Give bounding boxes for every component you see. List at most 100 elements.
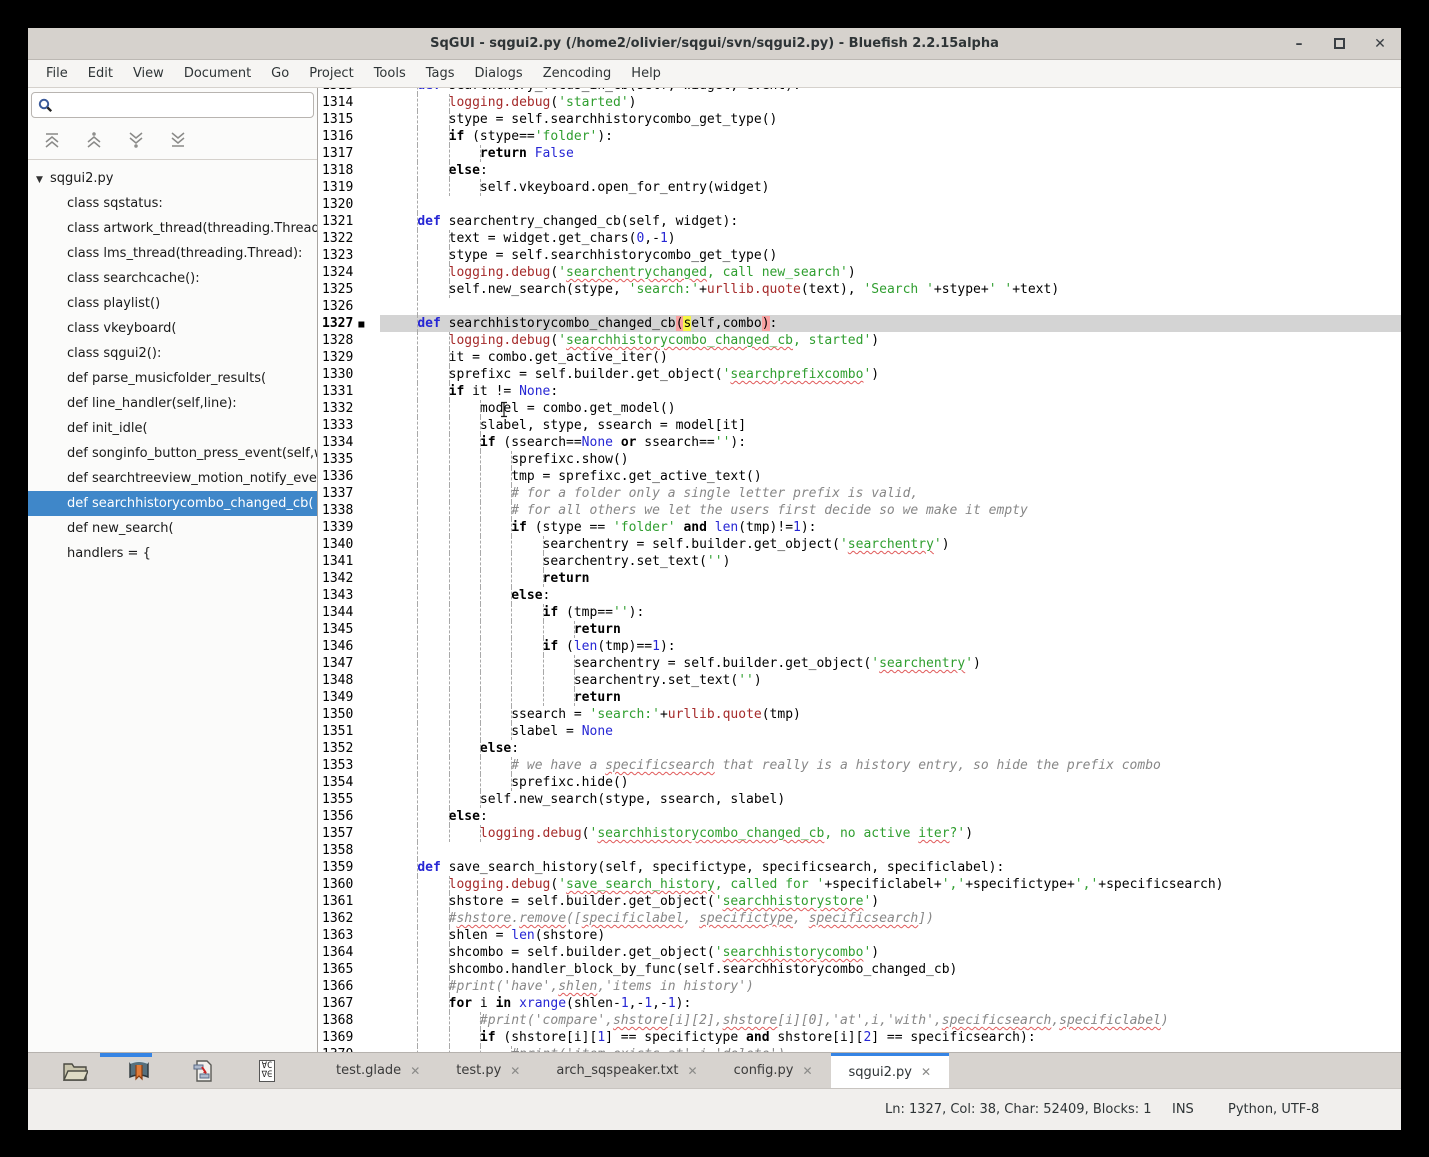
menu-dialogs[interactable]: Dialogs — [465, 62, 533, 85]
line-number[interactable]: 1325 — [318, 281, 380, 298]
line-number[interactable]: 1359 — [318, 859, 380, 876]
line-number[interactable]: 1353 — [318, 757, 380, 774]
line-number[interactable]: 1343 — [318, 587, 380, 604]
file-browser-icon[interactable] — [60, 1058, 90, 1084]
tree-item[interactable]: class sqgui2(): — [28, 341, 317, 366]
code-line[interactable]: 1351 slabel = None — [318, 723, 1401, 740]
code-line[interactable]: 1358 — [318, 842, 1401, 859]
line-number[interactable]: 1322 — [318, 230, 380, 247]
line-number[interactable]: 1364 — [318, 944, 380, 961]
code-line[interactable]: 1348 searchentry.set_text('') — [318, 672, 1401, 689]
tree-item[interactable]: handlers = { — [28, 541, 317, 566]
code-line[interactable]: 1367 for i in xrange(shlen-1,-1,-1): — [318, 995, 1401, 1012]
code-line[interactable]: 1350 ssearch = 'search:'+urllib.quote(tm… — [318, 706, 1401, 723]
line-number[interactable]: 1366 — [318, 978, 380, 995]
menu-edit[interactable]: Edit — [78, 62, 123, 85]
code-line[interactable]: 1363 shlen = len(shstore) — [318, 927, 1401, 944]
tree-item[interactable]: def init_idle( — [28, 416, 317, 441]
menu-view[interactable]: View — [123, 62, 174, 85]
code-line[interactable]: 1327■ def searchhistorycombo_changed_cb(… — [318, 315, 1401, 332]
title-bar[interactable]: SqGUI - sqgui2.py (/home2/olivier/sqgui/… — [28, 28, 1401, 60]
code-line[interactable]: 1321 def searchentry_changed_cb(self, wi… — [318, 213, 1401, 230]
line-number[interactable]: 1351 — [318, 723, 380, 740]
line-number[interactable]: 1347 — [318, 655, 380, 672]
document-tab-config.py[interactable]: config.py✕ — [716, 1053, 831, 1088]
line-number[interactable]: 1363 — [318, 927, 380, 944]
code-line[interactable]: 1323 stype = self.searchhistorycombo_get… — [318, 247, 1401, 264]
line-number[interactable]: 1339 — [318, 519, 380, 536]
first-bookmark-icon[interactable] — [38, 126, 66, 154]
line-number[interactable]: 1333 — [318, 417, 380, 434]
code-line[interactable]: 1339 if (stype == 'folder' and len(tmp)!… — [318, 519, 1401, 536]
code-line[interactable]: 1315 stype = self.searchhistorycombo_get… — [318, 111, 1401, 128]
tab-close-icon[interactable]: ✕ — [921, 1065, 931, 1079]
code-line[interactable]: 1338 # for all others we let the users f… — [318, 502, 1401, 519]
code-line[interactable]: 1347 searchentry = self.builder.get_obje… — [318, 655, 1401, 672]
line-number[interactable]: 1365 — [318, 961, 380, 978]
last-bookmark-icon[interactable] — [164, 126, 192, 154]
tree-root-sqgui2[interactable]: ▼sqgui2.py — [28, 166, 317, 191]
menu-document[interactable]: Document — [174, 62, 261, 85]
line-number[interactable]: 1349 — [318, 689, 380, 706]
line-number[interactable]: 1338 — [318, 502, 380, 519]
code-line[interactable]: 1325 self.new_search(stype, 'search:'+ur… — [318, 281, 1401, 298]
search-input[interactable] — [59, 98, 307, 113]
minimize-button[interactable]: – — [1290, 37, 1308, 51]
tab-close-icon[interactable]: ✕ — [688, 1064, 698, 1078]
line-number[interactable]: 1352 — [318, 740, 380, 757]
code-line[interactable]: 1345 return — [318, 621, 1401, 638]
menu-tools[interactable]: Tools — [364, 62, 416, 85]
code-line[interactable]: 1362 #shstore.remove([specificlabel, spe… — [318, 910, 1401, 927]
code-line[interactable]: 1316 if (stype=='folder'): — [318, 128, 1401, 145]
line-number[interactable]: 1314 — [318, 94, 380, 111]
code-line[interactable]: 1328 logging.debug('searchhistorycombo_c… — [318, 332, 1401, 349]
line-number[interactable]: 1369 — [318, 1029, 380, 1046]
line-number[interactable]: 1342 — [318, 570, 380, 587]
line-number[interactable]: 1319 — [318, 179, 380, 196]
line-number[interactable]: 1323 — [318, 247, 380, 264]
line-number[interactable]: 1321 — [318, 213, 380, 230]
code-line[interactable]: 1337 # for a folder only a single letter… — [318, 485, 1401, 502]
line-number[interactable]: 1362 — [318, 910, 380, 927]
code-line[interactable]: 1341 searchentry.set_text('') — [318, 553, 1401, 570]
line-number[interactable]: 1350 — [318, 706, 380, 723]
tree-item[interactable]: def searchhistorycombo_changed_cb( — [28, 491, 317, 516]
document-tab-test.glade[interactable]: test.glade✕ — [318, 1053, 438, 1088]
tree-item[interactable]: def parse_musicfolder_results( — [28, 366, 317, 391]
code-line[interactable]: 1349 return — [318, 689, 1401, 706]
line-number[interactable]: 1324 — [318, 264, 380, 281]
code-line[interactable]: 1331 if it != None: — [318, 383, 1401, 400]
line-number[interactable]: 1326 — [318, 298, 380, 315]
code-line[interactable]: 1335 sprefixc.show() — [318, 451, 1401, 468]
symbol-search-box[interactable] — [31, 92, 314, 118]
code-line[interactable]: 1330 sprefixc = self.builder.get_object(… — [318, 366, 1401, 383]
line-number[interactable]: 1318 — [318, 162, 380, 179]
code-line[interactable]: 1356 else: — [318, 808, 1401, 825]
code-line[interactable]: 1326 — [318, 298, 1401, 315]
code-line[interactable]: 1353 # we have a specificsearch that rea… — [318, 757, 1401, 774]
expander-icon[interactable]: ▼ — [36, 168, 50, 191]
line-number[interactable]: 1315 — [318, 111, 380, 128]
code-editor[interactable]: 1313 def searchentry_focus_in_cb(self, w… — [318, 88, 1401, 1052]
tree-item[interactable]: class artwork_thread(threading.Thread — [28, 216, 317, 241]
tree-item[interactable]: class vkeyboard( — [28, 316, 317, 341]
charmap-icon[interactable]: ∀C ∇∈ — [252, 1058, 282, 1084]
line-number[interactable]: 1341 — [318, 553, 380, 570]
menu-zencoding[interactable]: Zencoding — [533, 62, 622, 85]
tree-item[interactable]: def songinfo_button_press_event(self,w — [28, 441, 317, 466]
code-line[interactable]: 1336 tmp = sprefixc.get_active_text() — [318, 468, 1401, 485]
line-number[interactable]: 1329 — [318, 349, 380, 366]
code-line[interactable]: 1344 if (tmp==''): — [318, 604, 1401, 621]
line-number[interactable]: 1316 — [318, 128, 380, 145]
previous-bookmark-icon[interactable] — [80, 126, 108, 154]
code-line[interactable]: 1332 model = combo.get_model() — [318, 400, 1401, 417]
code-line[interactable]: 1365 shcombo.handler_block_by_func(self.… — [318, 961, 1401, 978]
line-number[interactable]: 1332 — [318, 400, 380, 417]
line-number[interactable]: 1337 — [318, 485, 380, 502]
line-number[interactable]: 1344 — [318, 604, 380, 621]
code-line[interactable]: 1357 logging.debug('searchhistorycombo_c… — [318, 825, 1401, 842]
maximize-button[interactable] — [1334, 38, 1345, 49]
line-number[interactable]: 1331 — [318, 383, 380, 400]
next-bookmark-icon[interactable] — [122, 126, 150, 154]
code-line[interactable]: 1364 shcombo = self.builder.get_object('… — [318, 944, 1401, 961]
